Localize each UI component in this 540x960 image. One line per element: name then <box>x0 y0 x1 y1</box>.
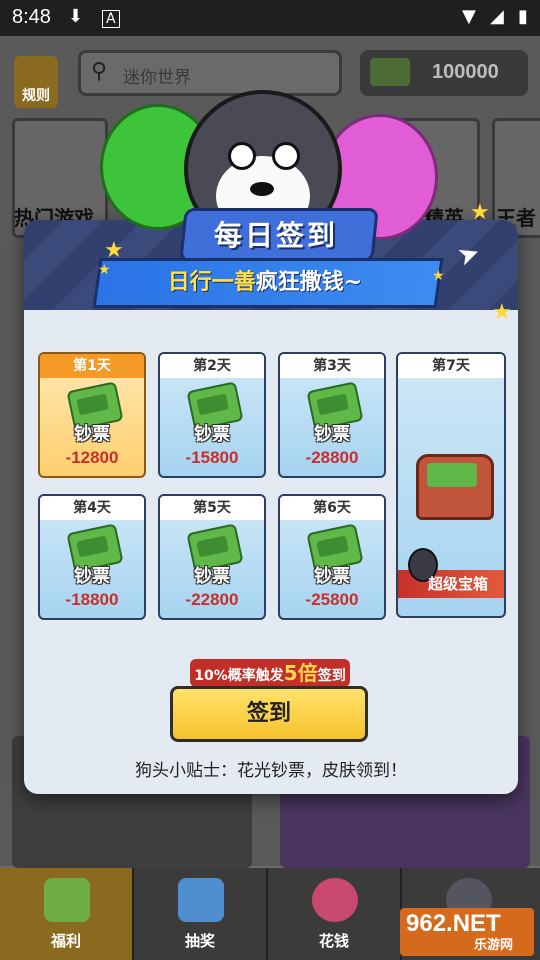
bonus-suffix: 签到 <box>317 668 346 684</box>
download-icon: ⬇ <box>68 6 84 27</box>
reward-name: 钞票 <box>74 566 110 587</box>
tip-text: 狗头小贴士：花光钞票，皮肤领到！ <box>135 761 407 781</box>
font-icon: A <box>102 10 120 28</box>
bonus-badge: 10%概率触发5倍签到 <box>190 659 350 687</box>
subtitle-part-b: 疯狂撒钱~ <box>255 270 363 295</box>
tab-spend[interactable]: 花钱 <box>268 868 402 960</box>
signal-icon: ◢ <box>490 6 504 27</box>
day-card-5[interactable]: 第5天 钞票 -22800 <box>158 494 266 620</box>
star-icon: ★ <box>470 200 490 225</box>
star-icon: ★ <box>104 238 124 263</box>
bonus-mid: 概率触发 <box>227 668 284 684</box>
day-label: 第4天 <box>40 496 144 520</box>
star-icon: ★ <box>432 268 445 284</box>
reward-name: 超级宝箱 <box>428 575 489 593</box>
reward-amount: -25800 <box>305 590 359 609</box>
day-card-2[interactable]: 第2天 钞票 -15800 <box>158 352 266 478</box>
reward-name: 钞票 <box>314 566 350 587</box>
day-label: 第2天 <box>160 354 264 378</box>
reward-name: 钞票 <box>74 424 110 445</box>
day-card-6[interactable]: 第6天 钞票 -25800 <box>278 494 386 620</box>
tab-welfare[interactable]: 福利 <box>0 868 134 960</box>
watermark-sub: 乐游网 <box>474 938 514 953</box>
tab-label: 福利 <box>50 932 81 950</box>
reward-name: 钞票 <box>314 424 350 445</box>
paw-icon <box>312 878 358 922</box>
day-label: 第3天 <box>280 354 384 378</box>
reward-name: 钞票 <box>194 424 230 445</box>
star-icon: ★ <box>492 300 512 325</box>
day-card-7[interactable]: 第7天 超级宝箱 <box>396 352 506 618</box>
day-card-3[interactable]: 第3天 钞票 -28800 <box>278 352 386 478</box>
tab-lottery[interactable]: 抽奖 <box>134 868 268 960</box>
day-card-4[interactable]: 第4天 钞票 -18800 <box>38 494 146 620</box>
day-label: 第6天 <box>280 496 384 520</box>
banknote-icon <box>44 878 90 922</box>
day-card-1[interactable]: 第1天 钞票 -12800 <box>38 352 146 478</box>
star-icon: ★ <box>98 262 111 278</box>
day-label: 第5天 <box>160 496 264 520</box>
day-label: 第1天 <box>40 354 144 378</box>
castle-icon <box>178 878 224 922</box>
banknote-icon <box>370 58 410 86</box>
day-label: 第7天 <box>398 354 504 378</box>
reward-name: 钞票 <box>194 566 230 587</box>
subtitle-part-a: 日行一善 <box>167 270 256 295</box>
search-icon: ⚲ <box>91 59 108 84</box>
tab-label: 抽奖 <box>184 932 215 950</box>
signin-button[interactable]: 签到 <box>170 686 368 742</box>
wifi-icon: ▼ <box>462 6 476 27</box>
reward-amount: -22800 <box>185 590 239 609</box>
reward-amount: -15800 <box>185 448 239 467</box>
reward-amount: -28800 <box>305 448 359 467</box>
battery-icon: ▮ <box>518 6 528 27</box>
dialog-title: 每日签到 <box>213 219 338 252</box>
status-bar: 8:48 ⬇ A ▼ ◢ ▮ <box>0 0 540 36</box>
tab-label: 花钱 <box>318 932 349 950</box>
treasure-chest-icon <box>416 454 494 520</box>
rules-button[interactable]: 规则 <box>14 56 58 108</box>
bonus-percent: 10% <box>194 668 228 684</box>
rules-label: 规则 <box>22 88 50 104</box>
site-watermark: 962.NET 乐游网 <box>400 908 534 956</box>
dialog-subtitle: 日行一善疯狂撒钱~ <box>96 264 434 296</box>
clock: 8:48 <box>12 6 51 28</box>
reward-amount: -18800 <box>65 590 119 609</box>
reward-amount: -12800 <box>65 448 119 467</box>
coin-amount: 100000 <box>432 61 499 83</box>
bonus-multiplier: 5倍 <box>283 661 318 685</box>
